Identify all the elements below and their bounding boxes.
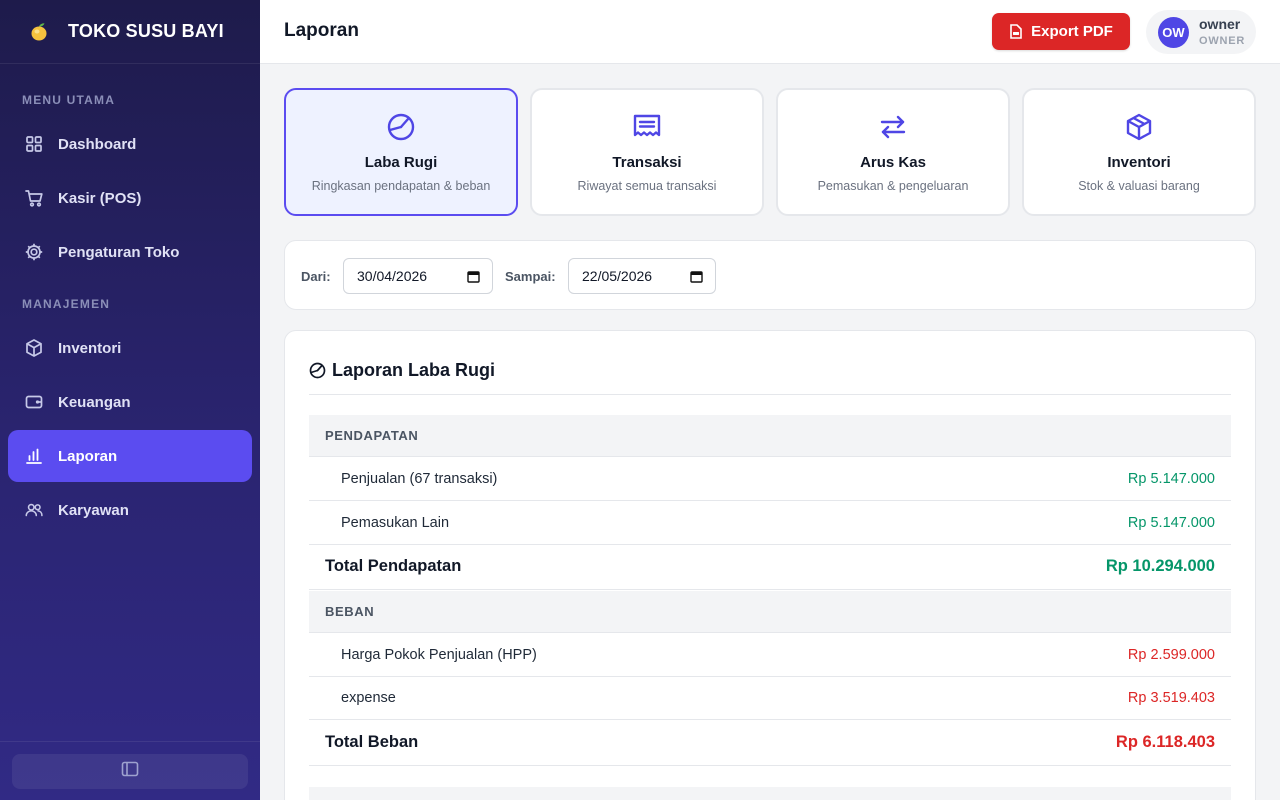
package-icon (1024, 112, 1254, 142)
sidebar-item-karyawan[interactable]: Karyawan (8, 484, 252, 536)
gear-icon (24, 242, 44, 262)
report-card-title: Laba Rugi (364, 154, 438, 171)
pie-chart-icon (286, 112, 516, 142)
table-row: Pemasukan Lain Rp 5.147.000 (309, 501, 1231, 545)
section-header-income: PENDAPATAN (309, 415, 1231, 457)
sidebar-item-inventori[interactable]: Inventori (8, 322, 252, 374)
table-row: expense Rp 3.519.403 (309, 676, 1231, 720)
sidebar-item-label: Pengaturan Toko (58, 243, 180, 261)
report-card-laba-rugi[interactable]: Laba Rugi Ringkasan pendapatan & beban (284, 88, 518, 216)
wallet-icon (24, 392, 44, 412)
sidebar-item-kasir[interactable]: Kasir (POS) (8, 172, 252, 224)
from-date-value: 30/04/2026 (357, 268, 428, 284)
sidebar-item-label: Keuangan (58, 393, 131, 411)
export-pdf-button[interactable]: Export PDF (992, 13, 1130, 50)
row-value: Rp 3.519.403 (1127, 689, 1215, 706)
lemon-icon (28, 21, 50, 43)
row-value: Rp 5.147.000 (1127, 514, 1215, 531)
report-card-desc: Pemasukan & pengeluaran (817, 179, 969, 193)
box-icon (24, 338, 44, 358)
calendar-icon[interactable] (467, 270, 480, 286)
topbar: Laporan Export PDF OW owner OWNER (260, 0, 1280, 64)
section-label: PENDAPATAN (325, 428, 419, 443)
report-card-title: Inventori (1107, 154, 1171, 171)
report-card-title: Transaksi (612, 154, 682, 171)
user-name: owner (1199, 16, 1241, 33)
report-card-transaksi[interactable]: Transaksi Riwayat semua transaksi (530, 88, 764, 216)
sidebar-item-dashboard[interactable]: Dashboard (8, 118, 252, 170)
calendar-icon[interactable] (690, 270, 703, 286)
report-card-inventori[interactable]: Inventori Stok & valuasi barang (1022, 88, 1256, 216)
user-menu[interactable]: OW owner OWNER (1146, 10, 1256, 54)
total-income-row: Total Pendapatan Rp 10.294.000 (309, 544, 1231, 590)
sidebar-item-laporan[interactable]: Laporan (8, 430, 252, 482)
pdf-file-icon (1009, 24, 1023, 39)
section-title-main: MENU UTAMA (22, 93, 116, 107)
divider (309, 394, 1231, 395)
profit-loss-report: Laporan Laba Rugi PENDAPATAN Penjualan (… (284, 330, 1256, 800)
report-card-desc: Riwayat semua transaksi (577, 179, 717, 193)
sidebar-item-pengaturan-toko[interactable]: Pengaturan Toko (8, 226, 252, 278)
pie-chart-icon (309, 362, 326, 379)
to-label: Sampai: (505, 269, 556, 284)
sidebar-item-label: Inventori (58, 339, 122, 357)
total-label: Total Pendapatan (325, 557, 462, 575)
report-title: Laporan Laba Rugi (309, 355, 495, 385)
users-icon (24, 500, 44, 520)
table-row: Harga Pokok Penjualan (HPP) Rp 2.599.000 (309, 633, 1231, 677)
section-label: BEBAN (325, 604, 375, 619)
arrows-exchange-icon (778, 112, 1008, 142)
section-title-manage: MANAJEMEN (22, 297, 111, 311)
to-date-input[interactable]: 22/05/2026 (568, 258, 716, 294)
from-date-input[interactable]: 30/04/2026 (343, 258, 493, 294)
user-role: OWNER (1199, 34, 1246, 47)
report-card-title: Arus Kas (860, 154, 926, 171)
to-date-value: 22/05/2026 (582, 268, 653, 284)
sidebar-item-label: Karyawan (58, 501, 129, 519)
row-value: Rp 5.147.000 (1127, 470, 1215, 487)
report-card-arus-kas[interactable]: Arus Kas Pemasukan & pengeluaran (776, 88, 1010, 216)
report-title-text: Laporan Laba Rugi (332, 359, 496, 380)
bar-chart-icon (24, 446, 44, 466)
from-label: Dari: (301, 269, 331, 284)
sidebar-item-label: Dashboard (58, 135, 137, 153)
section-header-next (309, 787, 1231, 800)
avatar: OW (1158, 16, 1189, 48)
sidebar-footer (0, 741, 260, 800)
export-pdf-label: Export PDF (1031, 23, 1113, 40)
table-row: Penjualan (67 transaksi) Rp 5.147.000 (309, 457, 1231, 501)
sidebar-toggle-icon (121, 761, 139, 782)
brand[interactable]: TOKO SUSU BAYI (0, 0, 260, 64)
row-label: Harga Pokok Penjualan (HPP) (341, 646, 537, 663)
grid-icon (24, 134, 44, 154)
receipt-icon (532, 112, 762, 142)
sidebar: TOKO SUSU BAYI MENU UTAMA Dashboard Kasi… (0, 0, 260, 800)
page-title: Laporan (284, 20, 359, 41)
section-header-expense: BEBAN (309, 591, 1231, 633)
row-label: Penjualan (67 transaksi) (341, 470, 498, 487)
sidebar-item-label: Kasir (POS) (58, 189, 142, 207)
cart-icon (24, 188, 44, 208)
row-label: expense (341, 689, 396, 706)
sidebar-item-keuangan[interactable]: Keuangan (8, 376, 252, 428)
brand-name: TOKO SUSU BAYI (68, 21, 224, 41)
total-label: Total Beban (325, 733, 419, 751)
row-value: Rp 2.599.000 (1127, 646, 1215, 663)
report-card-desc: Stok & valuasi barang (1078, 179, 1200, 193)
report-card-desc: Ringkasan pendapatan & beban (311, 179, 491, 193)
row-label: Pemasukan Lain (341, 514, 450, 531)
date-filter: Dari: 30/04/2026 Sampai: 22/05/2026 (284, 240, 1256, 310)
total-value: Rp 10.294.000 (1105, 557, 1215, 575)
total-expense-row: Total Beban Rp 6.118.403 (309, 720, 1231, 766)
collapse-sidebar-button[interactable] (12, 754, 248, 789)
sidebar-item-label: Laporan (58, 447, 118, 465)
total-value: Rp 6.118.403 (1115, 733, 1215, 751)
